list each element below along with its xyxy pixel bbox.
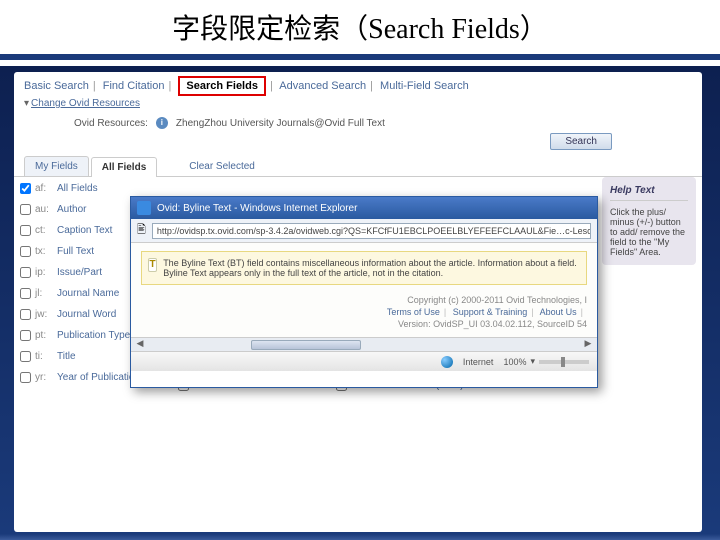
link-support[interactable]: Support & Training bbox=[453, 307, 528, 317]
page-icon: 🖹 bbox=[137, 221, 146, 240]
info-icon[interactable]: i bbox=[156, 117, 168, 129]
clear-selected-link[interactable]: Clear Selected bbox=[179, 157, 265, 176]
info-box: T The Byline Text (BT) field contains mi… bbox=[141, 251, 587, 285]
search-button[interactable]: Search bbox=[550, 133, 612, 150]
resources-label: Ovid Resources: bbox=[74, 118, 148, 129]
field-label[interactable]: Journal Word bbox=[57, 309, 116, 320]
field-scope-tabs: My Fields All Fields Clear Selected bbox=[14, 156, 702, 177]
field-row: af: All Fields bbox=[20, 183, 160, 194]
popup-footer-links: Terms of Use| Support & Training| About … bbox=[141, 307, 587, 317]
popup-titlebar[interactable]: Ovid: Byline Text - Windows Internet Exp… bbox=[131, 197, 597, 219]
slide-bottom-bar bbox=[0, 534, 720, 540]
change-resources-link[interactable]: Change Ovid Resources bbox=[14, 96, 702, 111]
help-title: Help Text bbox=[610, 185, 688, 201]
slide-title-bar: 字段限定检索（Search Fields） bbox=[0, 0, 720, 60]
field-label[interactable]: Full Text bbox=[57, 246, 94, 257]
field-code: ip: bbox=[35, 267, 53, 278]
search-mode-tabs: Basic Search| Find Citation| Search Fiel… bbox=[14, 72, 702, 96]
field-code: au: bbox=[35, 204, 53, 215]
field-checkbox[interactable] bbox=[20, 372, 31, 383]
resources-value: ZhengZhou University Journals@Ovid Full … bbox=[176, 118, 385, 129]
popup-window-title: Ovid: Byline Text - Windows Internet Exp… bbox=[157, 203, 357, 214]
tab-all-fields[interactable]: All Fields bbox=[91, 157, 157, 177]
popup-hscrollbar[interactable] bbox=[131, 337, 597, 351]
popup-body: T The Byline Text (BT) field contains mi… bbox=[131, 243, 597, 337]
popup-status-bar: Internet 100% ▾ bbox=[131, 351, 597, 371]
field-code: jw: bbox=[35, 309, 53, 320]
status-internet: Internet bbox=[463, 357, 494, 367]
field-code: pt: bbox=[35, 330, 53, 341]
field-checkbox[interactable] bbox=[20, 330, 31, 341]
zoom-value: 100% bbox=[503, 357, 526, 367]
field-code: af: bbox=[35, 183, 53, 194]
field-checkbox[interactable] bbox=[20, 183, 31, 194]
popup-version: Version: OvidSP_UI 03.04.02.112, SourceI… bbox=[141, 319, 587, 329]
globe-icon bbox=[441, 356, 453, 368]
field-label[interactable]: Author bbox=[57, 204, 86, 215]
field-label[interactable]: Caption Text bbox=[57, 225, 112, 236]
tab-my-fields[interactable]: My Fields bbox=[24, 156, 89, 176]
field-checkbox[interactable] bbox=[20, 267, 31, 278]
slide-title: 字段限定检索（Search Fields） bbox=[172, 7, 548, 47]
help-body: Click the plus/ minus (+/-) button to ad… bbox=[610, 207, 688, 257]
field-code: jl: bbox=[35, 288, 53, 299]
scroll-thumb[interactable] bbox=[251, 340, 361, 350]
field-code: tx: bbox=[35, 246, 53, 257]
tab-advanced-search[interactable]: Advanced Search bbox=[279, 80, 366, 92]
popup-copyright: Copyright (c) 2000-2011 Ovid Technologie… bbox=[141, 295, 587, 305]
resources-row: Ovid Resources: i ZhengZhou University J… bbox=[14, 111, 702, 133]
url-input[interactable]: http://ovidsp.tx.ovid.com/sp-3.4.2a/ovid… bbox=[152, 223, 591, 239]
tab-basic-search[interactable]: Basic Search bbox=[24, 80, 89, 92]
field-code: yr: bbox=[35, 372, 53, 383]
ie-icon bbox=[137, 201, 151, 215]
field-checkbox[interactable] bbox=[20, 309, 31, 320]
field-label[interactable]: Publication Type bbox=[57, 330, 130, 341]
tab-find-citation[interactable]: Find Citation bbox=[103, 80, 165, 92]
zoom-slider[interactable] bbox=[539, 360, 589, 364]
field-label[interactable]: All Fields bbox=[57, 183, 98, 194]
field-label[interactable]: Year of Publication bbox=[57, 372, 140, 383]
field-label[interactable]: Issue/Part bbox=[57, 267, 102, 278]
field-checkbox[interactable] bbox=[20, 225, 31, 236]
tip-text: The Byline Text (BT) field contains misc… bbox=[163, 258, 580, 278]
popup-address-bar: 🖹 http://ovidsp.tx.ovid.com/sp-3.4.2a/ov… bbox=[131, 219, 597, 243]
field-code: ct: bbox=[35, 225, 53, 236]
link-about[interactable]: About Us bbox=[540, 307, 577, 317]
tab-search-fields[interactable]: Search Fields bbox=[178, 76, 266, 96]
tab-multi-field-search[interactable]: Multi-Field Search bbox=[380, 80, 469, 92]
field-label[interactable]: Journal Name bbox=[57, 288, 119, 299]
help-panel: Help Text Click the plus/ minus (+/-) bu… bbox=[602, 177, 696, 265]
tip-icon: T bbox=[148, 258, 157, 272]
field-checkbox[interactable] bbox=[20, 246, 31, 257]
field-checkbox[interactable] bbox=[20, 204, 31, 215]
link-terms[interactable]: Terms of Use bbox=[387, 307, 440, 317]
field-checkbox[interactable] bbox=[20, 351, 31, 362]
zoom-control[interactable]: 100% ▾ bbox=[503, 356, 589, 367]
field-label[interactable]: Title bbox=[57, 351, 76, 362]
field-checkbox[interactable] bbox=[20, 288, 31, 299]
field-code: ti: bbox=[35, 351, 53, 362]
popup-window: Ovid: Byline Text - Windows Internet Exp… bbox=[130, 196, 598, 388]
